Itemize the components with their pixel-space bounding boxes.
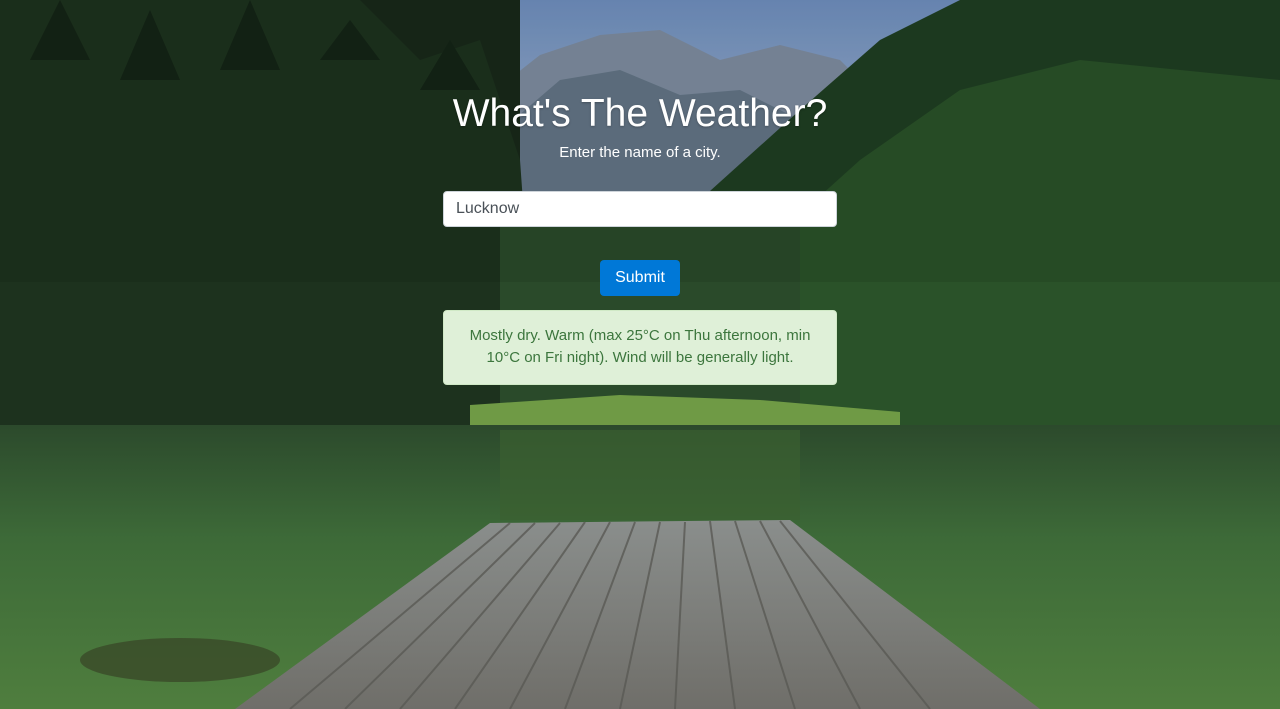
page-title: What's The Weather? [452,92,828,135]
city-input[interactable] [443,191,837,227]
weather-result-alert: Mostly dry. Warm (max 25°C on Thu aftern… [443,310,837,385]
background-scene: What's The Weather? Enter the name of a … [0,0,1280,709]
page-subtitle: Enter the name of a city. [559,144,721,161]
submit-button[interactable]: Submit [600,260,680,296]
